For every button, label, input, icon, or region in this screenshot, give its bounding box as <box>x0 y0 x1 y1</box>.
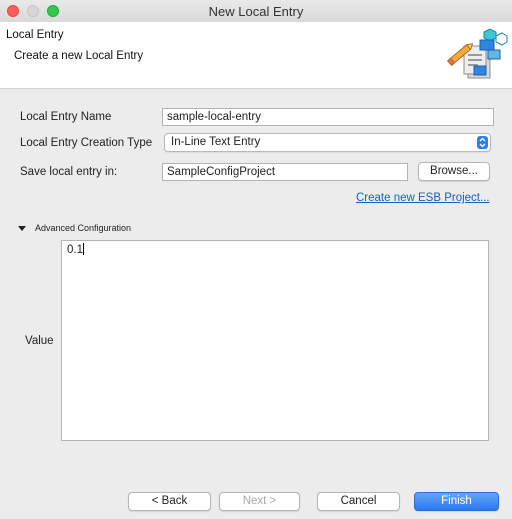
banner-description: Create a new Local Entry <box>14 50 144 62</box>
advanced-configuration-toggle[interactable]: Advanced Configuration <box>35 223 131 233</box>
wizard-banner-icon <box>446 28 508 79</box>
next-button[interactable]: Next > <box>219 492 300 511</box>
creation-type-label: Local Entry Creation Type <box>20 137 153 149</box>
title-bar: New Local Entry <box>0 0 512 23</box>
value-textarea[interactable]: 0.1 <box>61 240 489 441</box>
value-text: 0.1 <box>67 244 83 256</box>
save-location-label: Save local entry in: <box>20 166 118 178</box>
cancel-button[interactable]: Cancel <box>317 492 400 511</box>
value-label: Value <box>25 335 54 347</box>
local-entry-name-label: Local Entry Name <box>20 111 112 123</box>
finish-button[interactable]: Finish <box>414 492 499 511</box>
wizard-banner: Local Entry Create a new Local Entry <box>0 22 512 89</box>
text-caret <box>83 243 84 255</box>
local-entry-name-input[interactable]: sample-local-entry <box>162 108 494 126</box>
creation-type-select[interactable]: In-Line Text Entry <box>164 133 491 152</box>
expand-triangle-icon[interactable] <box>18 226 26 231</box>
browse-button[interactable]: Browse... <box>418 162 490 181</box>
window-title: New Local Entry <box>208 4 304 19</box>
banner-title: Local Entry <box>6 29 64 41</box>
create-esb-project-link[interactable]: Create new ESB Project... <box>356 192 490 204</box>
creation-type-value: In-Line Text Entry <box>171 136 261 148</box>
back-button[interactable]: < Back <box>128 492 211 511</box>
chevron-updown-icon <box>477 136 488 149</box>
save-location-input[interactable]: SampleConfigProject <box>162 163 408 181</box>
